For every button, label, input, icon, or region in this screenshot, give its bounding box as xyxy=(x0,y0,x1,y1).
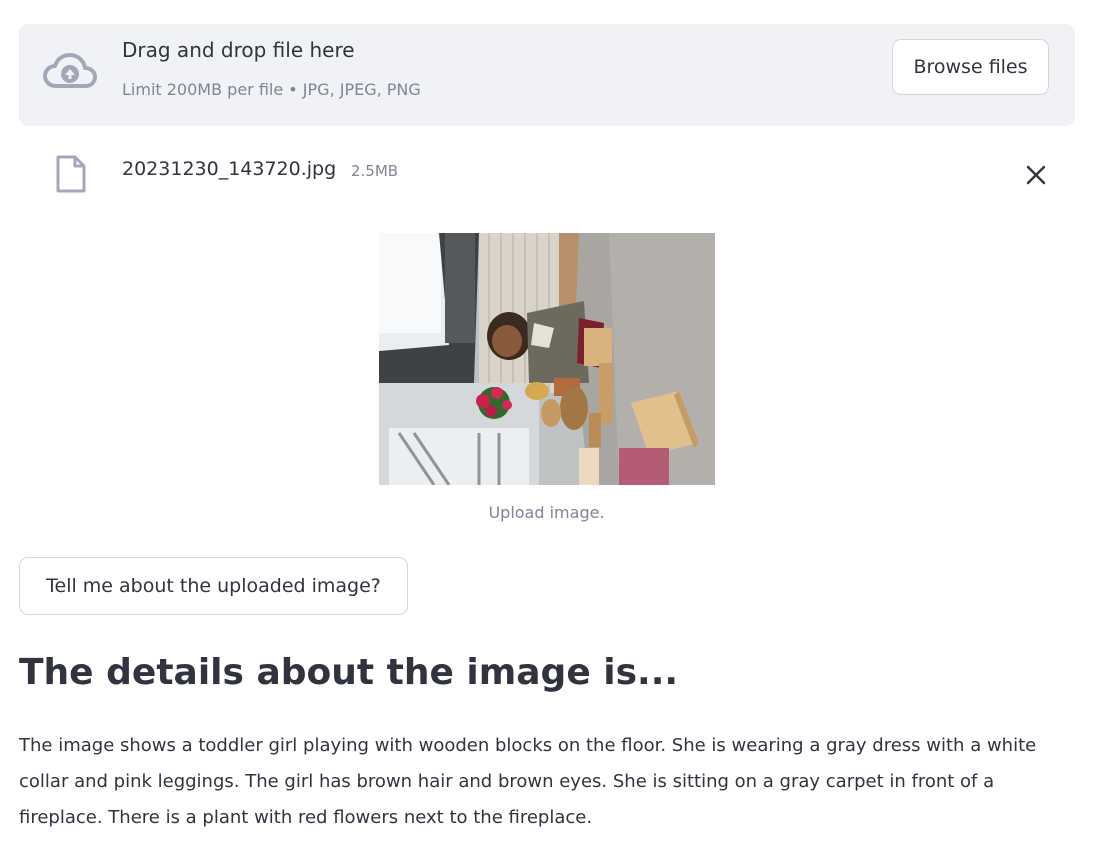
file-dropzone[interactable]: Drag and drop file here Limit 200MB per … xyxy=(19,24,1075,126)
photo-illustration xyxy=(379,233,715,485)
file-icon xyxy=(56,155,86,193)
cloud-upload-icon xyxy=(43,53,97,88)
uploaded-image-preview xyxy=(379,233,715,485)
uploaded-file-row: 20231230_143720.jpg 2.5MB xyxy=(19,148,1075,198)
dropzone-title: Drag and drop file here xyxy=(122,38,355,62)
browse-files-button[interactable]: Browse files xyxy=(892,39,1049,95)
image-caption: Upload image. xyxy=(488,503,605,522)
file-size: 2.5MB xyxy=(351,162,399,180)
file-name: 20231230_143720.jpg xyxy=(122,158,337,180)
remove-file-close-icon[interactable] xyxy=(1023,162,1049,188)
describe-image-button[interactable]: Tell me about the uploaded image? xyxy=(19,557,408,615)
dropzone-limit-text: Limit 200MB per file • JPG, JPEG, PNG xyxy=(122,80,421,99)
result-heading: The details about the image is... xyxy=(19,652,679,693)
result-description: The image shows a toddler girl playing w… xyxy=(19,735,1037,828)
app-page: Drag and drop file here Limit 200MB per … xyxy=(0,0,1093,850)
